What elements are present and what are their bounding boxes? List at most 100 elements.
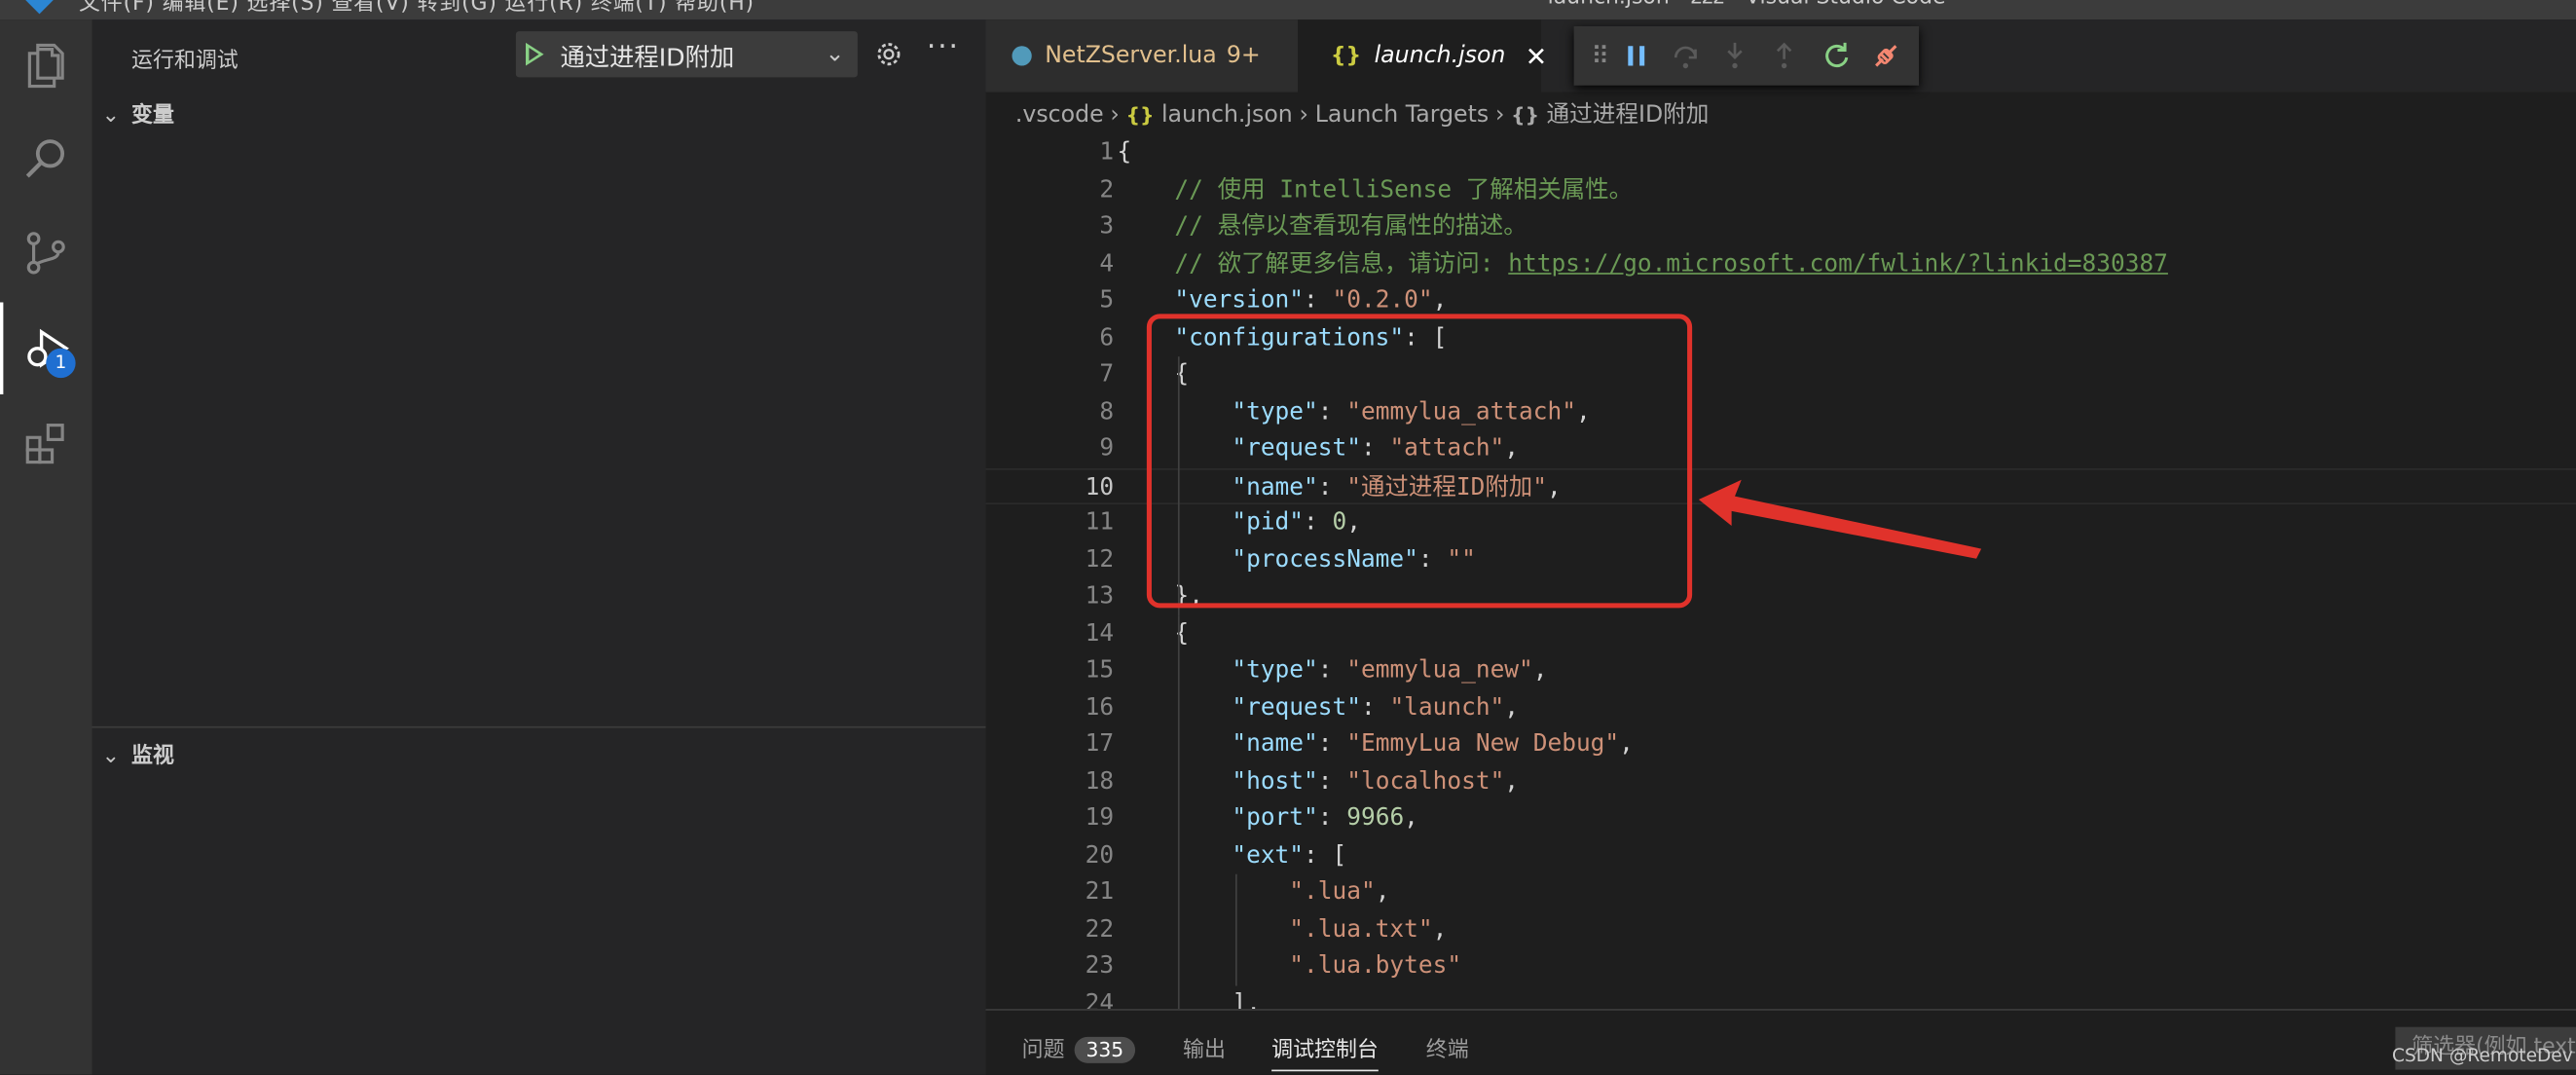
search-icon[interactable] [0,112,92,204]
indent-guide [1234,873,1237,985]
chevron-down-icon: ⌄ [101,744,121,769]
code-line[interactable]: 2 // 使用 IntelliSense 了解相关属性。 [986,171,2576,207]
vscode-window: 文件(F) 编辑(E) 选择(S) 查看(V) 转到(G) 运行(R) 终端(T… [0,0,2576,1075]
chevron-right-icon: › [1110,101,1120,129]
source-control-icon[interactable] [0,207,92,300]
line-number: 5 [1099,287,1115,315]
comment-text: // 悬停以查看现有属性的描述。 [1117,213,1527,241]
breadcrumb-file[interactable]: launch.json [1161,102,1293,129]
line-number: 21 [1085,878,1115,906]
title-bar: 文件(F) 编辑(E) 选择(S) 查看(V) 转到(G) 运行(R) 终端(T… [0,0,2576,20]
tab-label: NetZServer.lua [1045,42,1217,69]
pause-icon[interactable] [1620,40,1653,73]
code-line[interactable]: 23 ".lua.bytes" [986,948,2576,984]
line-number: 14 [1085,620,1115,648]
line-number: 24 [1085,989,1115,1010]
code-line[interactable]: 1{ [986,134,2576,170]
tab-problems[interactable]: 问题 335 [1022,1032,1135,1063]
more-actions-icon[interactable]: ··· [927,29,960,63]
tab-label: launch.json [1374,42,1506,69]
annotation-highlight-box [1146,314,1693,609]
object-icon: {} [1511,103,1540,127]
code-text: "type": "emmylua_new", [1232,657,1548,684]
code-line[interactable]: 22 ".lua.txt", [986,911,2576,947]
code-line[interactable]: 3 // 悬停以查看现有属性的描述。 [986,208,2576,244]
docs-link[interactable]: https://go.microsoft.com/fwlink/?linkid=… [1508,250,2168,277]
code-line[interactable]: 16 "request": "launch", [986,689,2576,725]
lua-file-icon [1012,46,1032,66]
breadcrumb-section[interactable]: Launch Targets [1315,102,1489,129]
extensions-icon[interactable] [0,397,92,490]
line-number: 6 [1099,324,1115,352]
code-text: { [1117,139,1132,167]
tab-launch-json[interactable]: {} launch.json ✕ [1298,19,1547,93]
line-number: 23 [1085,952,1115,980]
close-icon[interactable]: ✕ [1526,40,1548,71]
code-line[interactable]: 19 "port": 9966, [986,800,2576,836]
line-number: 7 [1099,361,1115,389]
line-number: 15 [1085,657,1115,684]
indent-guide [1177,614,1180,1010]
code-text: "port": 9966, [1232,804,1418,832]
chevron-down-icon: ⌄ [101,103,121,129]
code-line[interactable]: 20 "ext": [ [986,837,2576,873]
tab-output[interactable]: 输出 [1183,1032,1226,1063]
breadcrumb-item[interactable]: 通过进程ID附加 [1547,102,1710,129]
step-into-icon[interactable] [1718,40,1751,73]
line-number: 16 [1085,693,1115,721]
code-line[interactable]: 21 ".lua", [986,874,2576,910]
code-line[interactable]: 14 { [986,615,2576,651]
code-line[interactable]: 17 "name": "EmmyLua New Debug", [986,726,2576,762]
variables-section-title: 变量 [131,103,174,129]
chevron-down-icon[interactable]: ⌄ [826,41,845,67]
watermark: CSDN @RemoteDev [2392,1045,2573,1067]
sidebar-title: 运行和调试 [131,49,239,74]
step-over-icon[interactable] [1670,40,1703,73]
menu-bar[interactable]: 文件(F) 编辑(E) 选择(S) 查看(V) 转到(G) 运行(R) 终端(T… [79,0,754,17]
code-line[interactable]: 18 "host": "localhost", [986,763,2576,799]
line-number: 11 [1085,509,1115,537]
code-line[interactable]: 4 // 欲了解更多信息，请访问: https://go.microsoft.c… [986,245,2576,281]
drag-grip-icon[interactable]: ⠿ [1584,40,1617,73]
activity-bar: 1 [0,19,92,1075]
json-file-icon: {} [1330,43,1362,69]
code-line[interactable]: 15 "type": "emmylua_new", [986,652,2576,688]
annotation-arrow-icon [1698,479,1982,559]
line-number: 10 [1085,473,1115,500]
code-text: ".lua.txt", [1289,915,1448,943]
code-text: ], [1117,989,1261,1010]
tab-netzserver-lua[interactable]: NetZServer.lua 9+ [985,19,1299,93]
run-debug-sidebar: 运行和调试 通过进程ID附加 ⌄ ··· ⌄ 变量 ⌄ 监视 [92,19,986,1075]
tab-terminal[interactable]: 终端 [1426,1032,1469,1063]
watch-section-header[interactable]: ⌄ 监视 [101,738,174,769]
breadcrumb-folder[interactable]: .vscode [1015,102,1104,129]
tab-debug-console[interactable]: 调试控制台 [1271,1032,1379,1072]
json-file-icon: {} [1125,103,1155,127]
line-number: 2 [1099,176,1115,204]
run-debug-icon[interactable] [0,302,92,394]
step-out-icon[interactable] [1768,40,1801,73]
code-text: ".lua.bytes" [1289,952,1462,980]
line-number: 12 [1085,546,1115,574]
line-number: 4 [1099,250,1115,278]
disconnect-icon[interactable] [1869,40,1902,73]
chevron-right-icon: › [1494,101,1505,129]
explorer-icon[interactable] [0,19,92,112]
variables-section-header[interactable]: ⌄ 变量 [101,97,174,129]
debug-toolbar: ⠿ [1573,26,1919,86]
start-debugging-icon[interactable] [526,42,544,66]
editor-tabs: NetZServer.lua 9+ {} launch.json ✕ ⠿ [985,19,2576,93]
section-divider [92,725,986,728]
code-text: ".lua", [1289,878,1390,906]
run-config-dropdown[interactable]: 通过进程ID附加 ⌄ [515,31,858,78]
run-config-label: 通过进程ID附加 [560,42,735,73]
restart-icon[interactable] [1821,40,1854,73]
chevron-right-icon: › [1299,101,1308,129]
line-number: 18 [1085,767,1115,795]
vscode-logo-icon [25,0,54,15]
code-text: // 悬停以查看现有属性的描述。 [1118,208,1527,244]
watch-section-title: 监视 [131,744,174,769]
window-title: launch.json - zzz - Visual Studio Code [1548,0,1946,10]
gear-icon[interactable] [874,40,903,76]
code-line[interactable]: 24 ], [986,985,2576,1009]
